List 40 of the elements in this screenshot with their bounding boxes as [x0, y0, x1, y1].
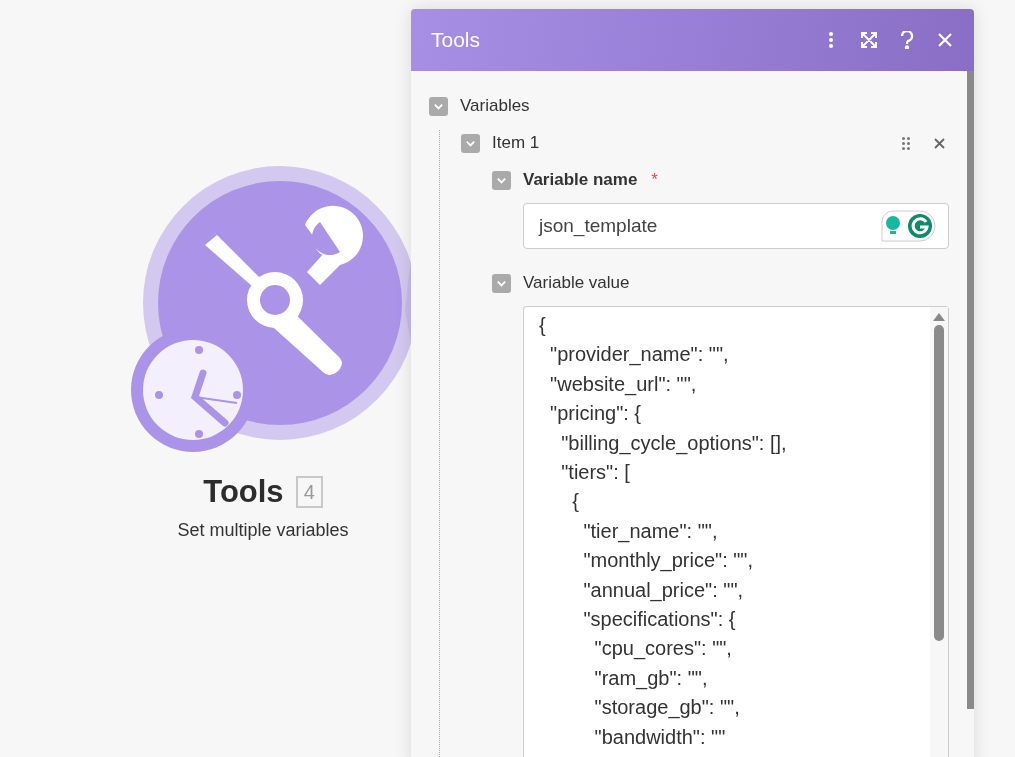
code-line: "cpu_cores": "",: [593, 636, 733, 662]
code-line: "bandwidth": "": [593, 724, 727, 750]
panel-title: Tools: [431, 28, 482, 52]
code-line: "tiers": [: [560, 460, 631, 486]
grammarly-icon[interactable]: [878, 210, 936, 242]
field-label: Variable name: [523, 170, 638, 190]
collapse-toggle[interactable]: [461, 133, 480, 153]
collapse-toggle[interactable]: [429, 96, 448, 116]
scrollbar-thumb[interactable]: [934, 325, 944, 641]
module-subtitle: Set multiple variables: [177, 520, 349, 541]
code-line: {: [571, 489, 581, 515]
vertical-dots-icon: [828, 31, 834, 49]
panel-scrollbar[interactable]: [967, 71, 974, 709]
code-line: "storage_gb": "",: [593, 695, 741, 721]
drag-handle-icon[interactable]: [902, 136, 910, 150]
collapse-toggle[interactable]: [492, 273, 511, 293]
required-asterisk: *: [651, 170, 658, 190]
code-line: "annual_price": "",: [582, 577, 745, 604]
scroll-up-icon[interactable]: [933, 313, 945, 321]
code-line: "ram_gb": "",: [593, 665, 709, 692]
code-line: "pricing": {: [549, 401, 643, 427]
expand-button[interactable]: [860, 31, 878, 49]
remove-item-icon[interactable]: [934, 137, 945, 149]
section-label: Variables: [460, 96, 530, 116]
code-line: "tier_name": "",: [582, 518, 719, 545]
code-line: "billing_cycle_options": [],: [560, 430, 788, 457]
module-title: Tools: [203, 474, 284, 510]
collapse-toggle[interactable]: [492, 170, 511, 190]
code-line: "specifications": {: [582, 607, 737, 633]
item-label: Item 1: [492, 133, 540, 153]
help-button[interactable]: [898, 31, 916, 49]
variable-name-input[interactable]: json_template: [523, 203, 949, 249]
code-line: {: [539, 313, 547, 338]
code-line: "website_url": "",: [549, 371, 698, 398]
variable-value-textarea[interactable]: [523, 306, 949, 757]
code-line: "provider_name": "",: [549, 342, 730, 368]
field-label: Variable value: [523, 273, 630, 293]
close-button[interactable]: [936, 31, 954, 49]
code-line: "monthly_price": "",: [582, 548, 755, 574]
module-count-badge: 4: [295, 476, 323, 508]
